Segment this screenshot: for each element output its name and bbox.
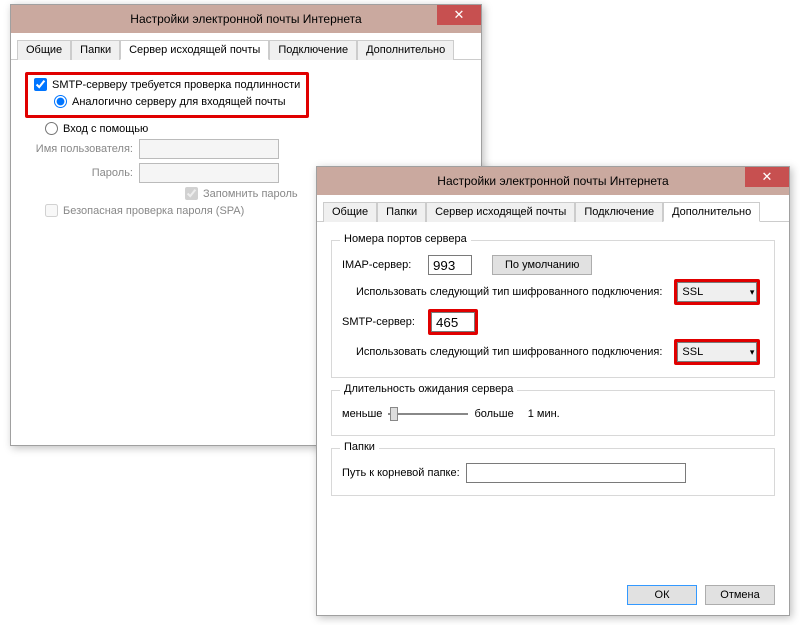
tab-general-front[interactable]: Общие [323,202,377,222]
highlight-smtp-auth: SMTP-серверу требуется проверка подлинно… [25,72,309,118]
smtp-enc-value: SSL [682,346,703,358]
title-back: Настройки электронной почты Интернета [130,12,361,26]
timeout-group-title: Длительность ожидания сервера [340,383,517,395]
tab-advanced-back[interactable]: Дополнительно [357,40,454,60]
root-path-label: Путь к корневой папке: [342,467,460,479]
less-label: меньше [342,408,382,420]
close-icon: ✕ [454,7,465,23]
slider-thumb[interactable] [390,407,398,421]
title-front: Настройки электронной почты Интернета [437,174,668,188]
smtp-auth-label: SMTP-серверу требуется проверка подлинно… [52,79,300,91]
tab-outgoing-back[interactable]: Сервер исходящей почты [120,40,269,60]
smtp-enc-dropdown[interactable]: SSL ▾ [677,342,757,362]
titlebar-front: Настройки электронной почты Интернета ✕ [317,167,789,195]
highlight-imap-enc: SSL ▾ [674,279,760,305]
tab-outgoing-front[interactable]: Сервер исходящей почты [426,202,575,222]
timeout-value: 1 мин. [528,408,560,420]
dialog-buttons: ОК Отмена [627,585,775,605]
ports-group-title: Номера портов сервера [340,233,471,245]
remember-password-label: Запомнить пароль [203,188,298,200]
root-path-input[interactable] [466,463,686,483]
imap-enc-dropdown[interactable]: SSL ▾ [677,282,757,302]
imap-port-input[interactable] [428,255,472,275]
tab-general-back[interactable]: Общие [17,40,71,60]
imap-enc-value: SSL [682,286,703,298]
timeout-groupbox: Длительность ожидания сервера меньше бол… [331,390,775,436]
remember-password-checkbox [185,187,198,200]
tab-folders-back[interactable]: Папки [71,40,120,60]
spa-label: Безопасная проверка пароля (SPA) [63,205,244,217]
close-button-back[interactable]: ✕ [437,5,481,25]
smtp-label: SMTP-сервер: [342,316,422,328]
ports-groupbox: Номера портов сервера IMAP-сервер: По ум… [331,240,775,378]
chevron-down-icon: ▾ [750,287,755,298]
imap-label: IMAP-сервер: [342,259,422,271]
window-advanced: Настройки электронной почты Интернета ✕ … [316,166,790,616]
smtp-auth-checkbox[interactable] [34,78,47,91]
more-label: больше [474,408,513,420]
highlight-smtp-enc: SSL ▾ [674,339,760,365]
password-input [139,163,279,183]
folders-groupbox: Папки Путь к корневой папке: [331,448,775,496]
tab-connection-front[interactable]: Подключение [575,202,663,222]
ok-button[interactable]: ОК [627,585,697,605]
spa-checkbox [45,204,58,217]
login-with-radio[interactable] [45,122,58,135]
content-front: Номера портов сервера IMAP-сервер: По ум… [317,222,789,520]
timeout-slider[interactable] [388,405,468,423]
same-as-incoming-radio[interactable] [54,95,67,108]
smtp-port-input[interactable] [431,312,475,332]
username-input [139,139,279,159]
default-ports-button[interactable]: По умолчанию [492,255,592,275]
titlebar-back: Настройки электронной почты Интернета ✕ [11,5,481,33]
login-with-label: Вход с помощью [63,123,148,135]
tab-folders-front[interactable]: Папки [377,202,426,222]
tabs-back: Общие Папки Сервер исходящей почты Подкл… [11,33,481,60]
tab-connection-back[interactable]: Подключение [269,40,357,60]
tab-advanced-front[interactable]: Дополнительно [663,202,760,222]
cancel-button[interactable]: Отмена [705,585,775,605]
same-as-incoming-label: Аналогично серверу для входящей почты [72,96,286,108]
highlight-smtp-port [428,309,478,335]
smtp-enc-label: Использовать следующий тип шифрованного … [356,346,662,358]
folders-group-title: Папки [340,441,379,453]
close-icon: ✕ [762,169,773,185]
chevron-down-icon: ▾ [750,347,755,358]
imap-enc-label: Использовать следующий тип шифрованного … [356,286,662,298]
tabs-front: Общие Папки Сервер исходящей почты Подкл… [317,195,789,222]
password-label: Пароль: [25,167,133,179]
close-button-front[interactable]: ✕ [745,167,789,187]
username-label: Имя пользователя: [25,143,133,155]
